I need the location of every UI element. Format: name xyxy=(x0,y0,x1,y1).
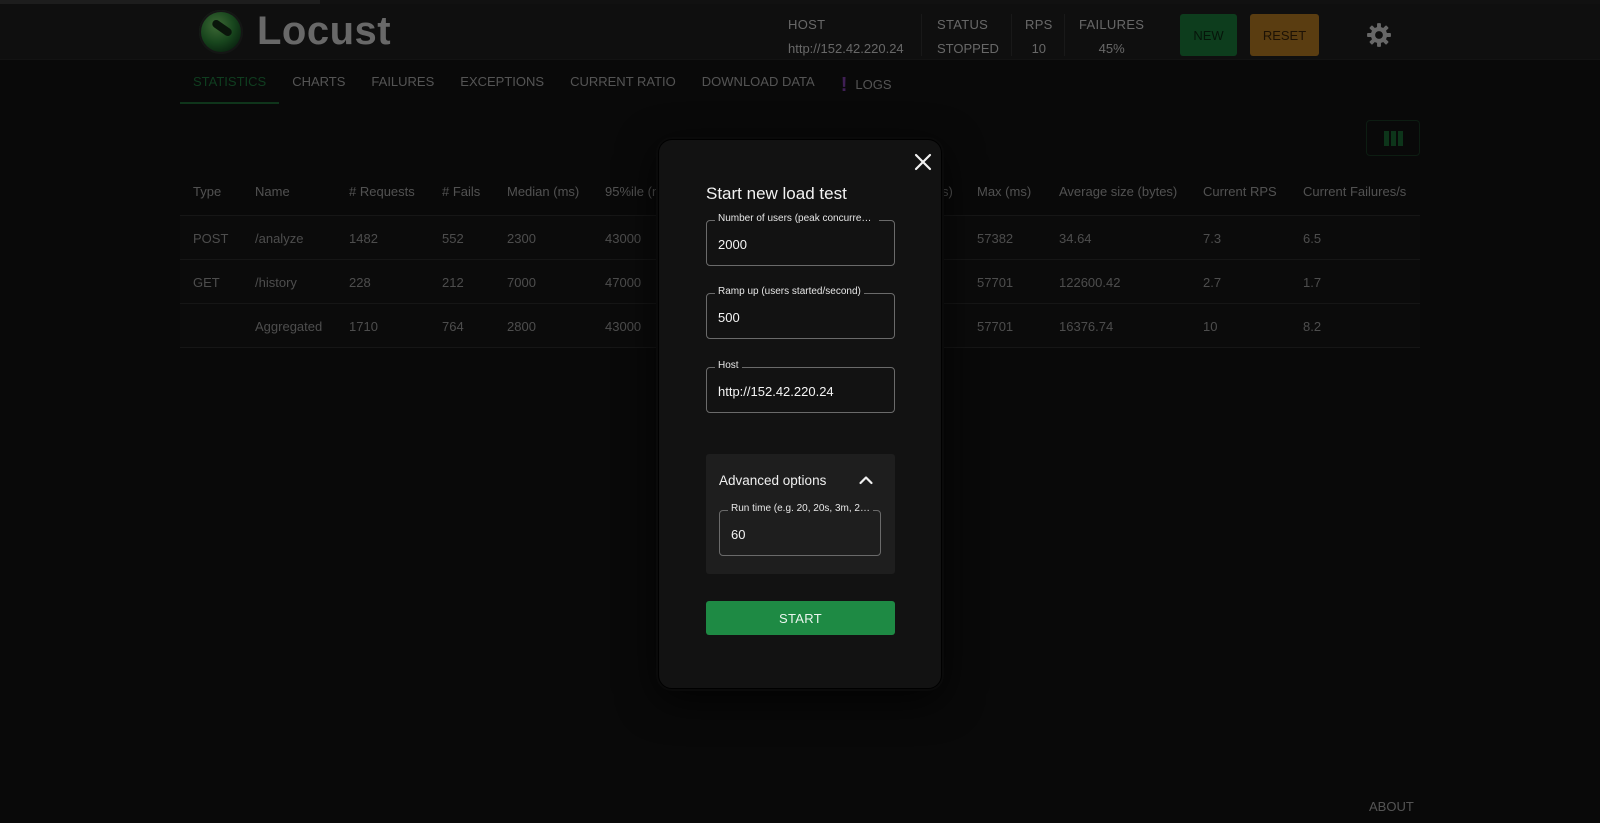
run-time-input[interactable] xyxy=(720,511,880,555)
start-button[interactable]: START xyxy=(706,601,895,635)
dialog-title: Start new load test xyxy=(706,184,847,203)
host-input[interactable] xyxy=(707,368,894,412)
close-icon[interactable] xyxy=(912,151,934,173)
ramp-up-input[interactable] xyxy=(707,294,894,338)
users-field[interactable]: Number of users (peak concurrency) xyxy=(706,213,895,266)
advanced-options-panel: Advanced options Run time (e.g. 20, 20s,… xyxy=(706,454,895,574)
advanced-options-toggle[interactable]: Advanced options xyxy=(719,473,826,488)
ramp-up-field[interactable]: Ramp up (users started/second) xyxy=(706,286,895,339)
host-field[interactable]: Host xyxy=(706,360,895,413)
chevron-up-icon[interactable] xyxy=(858,472,874,488)
start-load-test-dialog: Start new load test Number of users (pea… xyxy=(658,139,942,689)
run-time-field[interactable]: Run time (e.g. 20, 20s, 3m, 2… xyxy=(719,503,881,556)
users-input[interactable] xyxy=(707,221,894,265)
